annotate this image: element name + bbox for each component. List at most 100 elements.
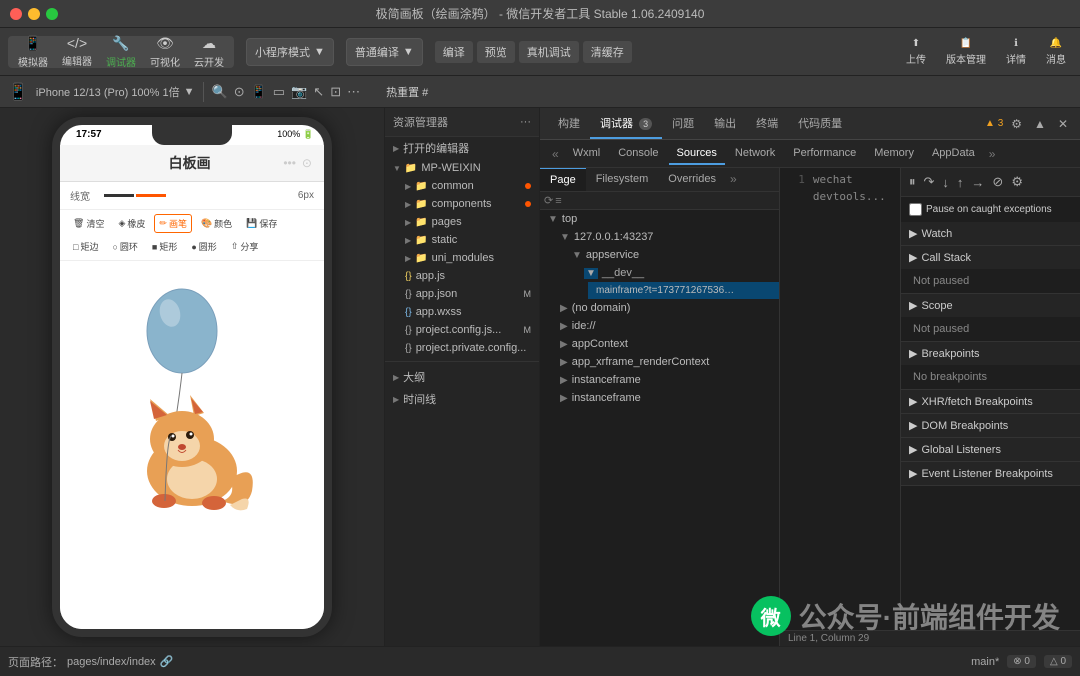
sources-tree-top[interactable]: ▼ top [540, 210, 779, 228]
sources-tree-appcontext[interactable]: ▶ appContext [552, 335, 779, 353]
tab-terminal[interactable]: 终端 [746, 109, 788, 139]
sources-tree-instanceframe1[interactable]: ▶ instanceframe [552, 371, 779, 389]
tool-circle-border[interactable]: ○ 圆环 [107, 237, 142, 256]
chevron-up-icon[interactable]: ▲ [1030, 113, 1050, 135]
folder-uni-modules[interactable]: ▶ 📁 uni_modules [397, 249, 539, 267]
tab-output[interactable]: 输出 [704, 109, 746, 139]
inner-tab-appdata[interactable]: AppData [924, 143, 983, 165]
more-btn[interactable]: ••• [283, 156, 296, 170]
deactivate-breakpoints-btn[interactable]: ⊘ [990, 172, 1005, 192]
debugger-btn[interactable]: 🔧 调试器 [100, 33, 142, 71]
sources-tree-mainframe[interactable]: mainframe?t=1737712675365&cts=173... [588, 282, 779, 299]
editor-btn[interactable]: </> 编辑器 [56, 33, 98, 70]
inner-tab-console[interactable]: Console [610, 143, 666, 165]
tool-rect-fill[interactable]: ■ 矩形 [147, 237, 182, 256]
preview-btn[interactable]: 预览 [477, 41, 515, 63]
device-selector[interactable]: iPhone 12/13 (Pro) 100% 1倍 ▼ [36, 84, 195, 100]
file-app-js[interactable]: {} app.js [397, 267, 539, 285]
sources-tree-appservice[interactable]: ▼ appservice [564, 246, 779, 264]
record-icon[interactable]: ⊙ [234, 84, 245, 100]
step-into-btn[interactable]: ↓ [940, 173, 951, 192]
details-btn[interactable]: ℹ 详情 [1000, 36, 1032, 68]
folder-static[interactable]: ▶ 📁 static [397, 231, 539, 249]
filter-icon[interactable]: ≡ [555, 195, 561, 207]
visualize-btn[interactable]: 👁 可视化 [144, 33, 186, 71]
inspect-icon[interactable]: ⊡ [330, 84, 341, 100]
more-sources-icon[interactable]: » [726, 168, 741, 191]
sources-tab-page[interactable]: Page [540, 168, 586, 191]
stroke-color-red[interactable] [136, 194, 166, 197]
tool-rect-border[interactable]: □ 矩边 [68, 237, 103, 256]
watch-header[interactable]: ▶ Watch [901, 222, 1080, 245]
scope-header[interactable]: ▶ Scope [901, 294, 1080, 317]
cache-clear-btn[interactable]: 清缓存 [583, 41, 632, 63]
tool-eraser[interactable]: ◈ 橡皮 [113, 214, 150, 233]
more-icon[interactable]: ⋯ [347, 84, 360, 100]
sources-tab-overrides[interactable]: Overrides [658, 168, 726, 191]
cloud-btn[interactable]: ☁ 云开发 [188, 33, 230, 71]
sources-tree-ide[interactable]: ▶ ide:// [552, 317, 779, 335]
inner-tab-memory[interactable]: Memory [866, 143, 922, 165]
maximize-button[interactable] [46, 8, 58, 20]
collapse-icon[interactable]: « [548, 147, 563, 161]
sources-tab-filesystem[interactable]: Filesystem [586, 168, 659, 191]
step-out-btn[interactable]: ↑ [955, 173, 966, 192]
sources-tree-instanceframe2[interactable]: ▶ instanceframe [552, 389, 779, 407]
version-btn[interactable]: 📋 版本管理 [940, 36, 992, 68]
upload-btn[interactable]: ⬆ 上传 [900, 36, 932, 68]
project-root-item[interactable]: ▼ 📁 MP-WEIXIN [385, 159, 539, 177]
pause-resume-btn[interactable]: ⏸ [907, 172, 918, 192]
more-debug-btn[interactable]: ⚙ [1009, 172, 1025, 192]
file-project-private[interactable]: {} project.private.config... [397, 339, 539, 357]
tab-build[interactable]: 构建 [548, 109, 590, 139]
sync-icon[interactable]: ⟳ [544, 194, 553, 207]
open-editor-item[interactable]: ▶ 打开的编辑器 [385, 137, 539, 159]
sources-tree-xrframe[interactable]: ▶ app_xrframe_renderContext [552, 353, 779, 371]
compile-btn[interactable]: 编译 [435, 41, 473, 63]
step-btn[interactable]: → [969, 173, 986, 192]
messages-btn[interactable]: 🔔 消息 [1040, 36, 1072, 68]
folder-components[interactable]: ▶ 📁 components [397, 195, 539, 213]
search-icon[interactable]: 🔍 [212, 84, 228, 100]
tab-code-quality[interactable]: 代码质量 [788, 109, 852, 139]
inner-tab-wxml[interactable]: Wxml [565, 143, 609, 165]
tool-clear[interactable]: 🗑 清空 [68, 214, 109, 233]
real-debug-btn[interactable]: 真机调试 [519, 41, 579, 63]
screen-icon[interactable]: ▭ [273, 84, 285, 100]
file-project-config[interactable]: {} project.config.js... M [397, 321, 539, 339]
tool-save[interactable]: 💾 保存 [241, 214, 282, 233]
sources-tree-host[interactable]: ▼ 127.0.0.1:43237 [552, 228, 779, 246]
phone-icon[interactable]: 📱 [251, 84, 267, 100]
tab-debugger[interactable]: 调试器 3 [590, 109, 662, 139]
file-app-json[interactable]: {} app.json M [397, 285, 539, 303]
inner-tab-performance[interactable]: Performance [785, 143, 864, 165]
screenshot-icon[interactable]: 📷 [291, 84, 307, 100]
breakpoints-header[interactable]: ▶ Breakpoints [901, 342, 1080, 365]
video-btn[interactable]: ⊙ [302, 156, 312, 170]
event-listeners-header[interactable]: ▶ Event Listener Breakpoints [901, 462, 1080, 485]
sources-tree-no-domain[interactable]: ▶ (no domain) [552, 299, 779, 317]
call-stack-header[interactable]: ▶ Call Stack [901, 246, 1080, 269]
global-listeners-header[interactable]: ▶ Global Listeners [901, 438, 1080, 461]
simulator-btn[interactable]: 📱 模拟器 [12, 33, 54, 71]
git-branch[interactable]: main* [971, 656, 999, 668]
step-over-btn[interactable]: ↷ [922, 172, 937, 192]
folder-common[interactable]: ▶ 📁 common [397, 177, 539, 195]
close-icon[interactable]: ✕ [1054, 113, 1072, 135]
stroke-color-dark[interactable] [104, 194, 134, 197]
cursor-icon[interactable]: ↖ [313, 84, 324, 100]
tool-color[interactable]: 🎨 颜色 [196, 214, 237, 233]
tab-problems[interactable]: 问题 [662, 109, 704, 139]
inner-tab-sources[interactable]: Sources [669, 143, 725, 165]
tool-circle-fill[interactable]: ● 圆形 [186, 237, 221, 256]
pause-exceptions-input[interactable] [909, 203, 922, 216]
xhr-breakpoints-header[interactable]: ▶ XHR/fetch Breakpoints [901, 390, 1080, 413]
file-app-wxss[interactable]: {} app.wxss [397, 303, 539, 321]
external-link-icon[interactable]: 🔗 [160, 655, 174, 668]
tool-pen[interactable]: ✏ 画笔 [154, 214, 192, 233]
settings-icon[interactable]: ⚙ [1007, 113, 1026, 135]
minimize-button[interactable] [28, 8, 40, 20]
dom-breakpoints-header[interactable]: ▶ DOM Breakpoints [901, 414, 1080, 437]
timeline-section[interactable]: ▶ 时间线 [385, 388, 539, 410]
compile-selector[interactable]: 普通编译 ▼ [346, 38, 423, 66]
